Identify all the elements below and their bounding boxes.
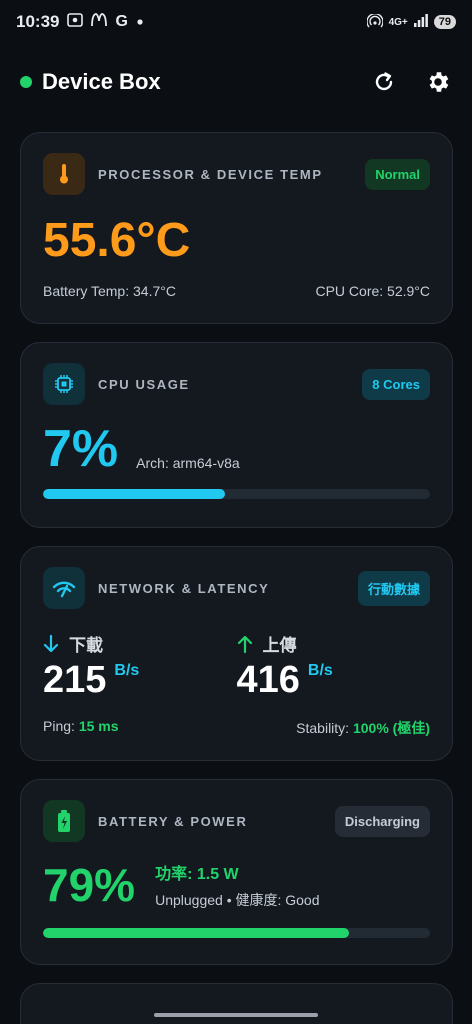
hotspot-icon [365, 12, 384, 31]
wifi-icon [43, 567, 85, 609]
refresh-button[interactable] [370, 68, 398, 96]
cpu-core-temp: CPU Core: 52.9°C [315, 283, 430, 299]
stability-label: Stability: [296, 719, 350, 736]
battery-card: BATTERY & POWER Discharging 79% 功率: 1.5 … [20, 779, 453, 965]
battery-level-value: 79% [43, 859, 136, 911]
battery-icon [43, 800, 85, 842]
cpu-usage-bar [43, 489, 430, 499]
signal-icon [413, 14, 428, 30]
temp-status-badge: Normal [365, 158, 430, 190]
network-card: NETWORK & LATENCY 行動數據 下載 215 B/s 上傳 416… [20, 546, 453, 761]
stability-value: 100% (極佳) [352, 719, 430, 736]
status-bar: 10:39 G 4G+ 79 [0, 0, 472, 44]
battery-health: Unplugged • 健康度: Good [155, 892, 320, 908]
battery-level-bar-fill [43, 928, 349, 938]
upload-value: 416 [236, 659, 300, 701]
battery-card-title: BATTERY & POWER [98, 813, 248, 829]
charging-status-badge: Discharging [334, 805, 430, 837]
thermometer-icon [43, 153, 85, 195]
dot-icon [136, 13, 144, 31]
app-bar: Device Box [0, 44, 472, 120]
battery-indicator: 79 [433, 15, 456, 29]
arrow-up-icon [237, 635, 252, 653]
status-time: 10:39 [16, 12, 60, 31]
refresh-icon [375, 72, 393, 91]
battery-temp: Battery Temp: 34.7°C [43, 283, 176, 299]
screenshot-icon [67, 12, 84, 32]
ping-stat: Ping: 15 ms [43, 718, 119, 738]
battery-level-bar [43, 928, 430, 938]
temp-card: PROCESSOR & DEVICE TEMP Normal 55.6°C Ba… [20, 132, 453, 324]
network-type-badge: 行動數據 [357, 570, 430, 606]
cpu-usage-bar-fill [43, 489, 225, 499]
power-draw: 功率: 1.5 W [155, 866, 239, 883]
chip-icon [43, 363, 85, 405]
home-indicator[interactable] [154, 1013, 318, 1017]
download-label: 下載 [69, 636, 103, 655]
stability-stat: Stability: 100% (極佳) [296, 718, 430, 738]
cpu-usage-value: 7% [43, 420, 119, 478]
download-value: 215 [43, 659, 107, 701]
status-dot [20, 76, 32, 88]
next-card [20, 983, 453, 1024]
ping-value: 15 ms [78, 717, 119, 734]
temp-card-title: PROCESSOR & DEVICE TEMP [98, 166, 323, 182]
google-icon: G [115, 13, 128, 30]
temp-value: 55.6°C [43, 214, 191, 267]
settings-icon [429, 72, 449, 92]
mcdonalds-icon [91, 12, 108, 32]
network-card-title: NETWORK & LATENCY [98, 580, 270, 596]
ping-label: Ping: [43, 717, 75, 734]
upload-stat: 上傳 416 B/s [237, 631, 431, 702]
settings-button[interactable] [424, 68, 452, 96]
network-type: 4G+ [388, 16, 408, 28]
download-stat: 下載 215 B/s [43, 631, 237, 702]
cpu-arch: Arch: arm64-v8a [136, 455, 240, 471]
upload-label: 上傳 [262, 636, 297, 655]
cores-badge: 8 Cores [362, 368, 430, 400]
cpu-card-title: CPU USAGE [98, 376, 190, 392]
page-title: Device Box [42, 69, 161, 94]
cpu-card: CPU USAGE 8 Cores 7% Arch: arm64-v8a [20, 342, 453, 528]
download-unit: B/s [114, 662, 140, 679]
arrow-down-icon [43, 634, 59, 652]
upload-unit: B/s [307, 662, 333, 679]
